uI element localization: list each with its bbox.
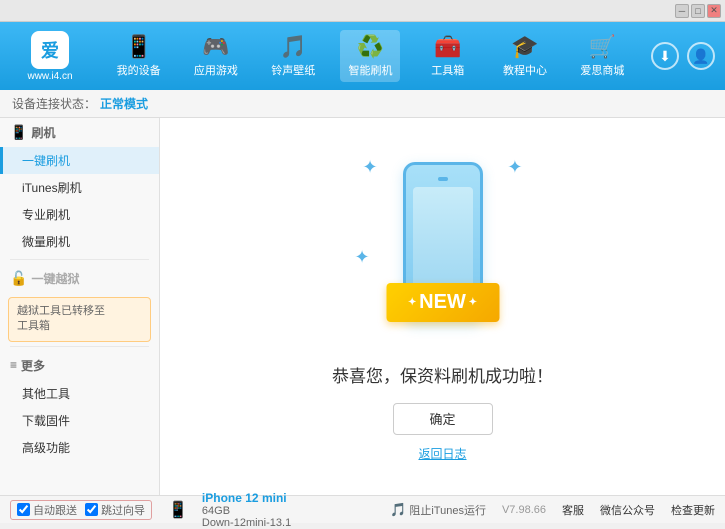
bottom-right: 🎵 阻止iTunes运行 V7.98.66 客服 微信公众号 检查更新: [390, 502, 715, 518]
nav-right-buttons: ⬇ 👤: [651, 42, 715, 70]
jailbreak-icon: 🔓: [10, 270, 27, 287]
flash-section-label: 刷机: [31, 124, 55, 141]
shop-icon: 🛒: [589, 34, 616, 60]
more-icon: ≡: [10, 358, 17, 372]
nav-my-device-label: 我的设备: [117, 62, 161, 78]
itunes-status-text: 阻止iTunes运行: [409, 502, 486, 518]
sidebar-item-save-flash[interactable]: 微量刷机: [0, 228, 159, 255]
sidebar-section-jailbreak[interactable]: 🔓 一键越狱: [0, 264, 159, 293]
nav-bar: 📱 我的设备 🎮 应用游戏 🎵 铃声壁纸 ♻️ 智能刷机 🧰 工具箱 🎓 教程中…: [100, 30, 641, 82]
download-button[interactable]: ⬇: [651, 42, 679, 70]
sidebar-divider-1: [10, 259, 149, 260]
wallpaper-icon: 🎵: [280, 34, 307, 60]
success-text: 恭喜您，保资料刷机成功啦！: [332, 362, 553, 387]
other-tools-label: 其他工具: [22, 387, 70, 401]
sparkle-3: ✦: [355, 247, 370, 268]
sidebar: 📱 刷机 一键刷机 iTunes刷机 专业刷机 微量刷机 🔓 一键越狱 越狱工具…: [0, 118, 160, 495]
auto-follow-label: 自动跟送: [33, 502, 77, 518]
logo-icon: 爱: [31, 31, 69, 69]
close-button[interactable]: ✕: [707, 4, 721, 18]
toolbox-icon: 🧰: [434, 34, 461, 60]
minimize-button[interactable]: ─: [675, 4, 689, 18]
confirm-button[interactable]: 确定: [393, 403, 493, 435]
itunes-icon: 🎵: [390, 502, 406, 518]
jailbreak-note: 越狱工具已转移至工具箱: [8, 297, 151, 342]
nav-wallpaper-label: 铃声壁纸: [271, 62, 315, 78]
sparkle-1: ✦: [363, 157, 378, 178]
device-name: iPhone 12 mini: [202, 491, 291, 505]
nav-apps-games[interactable]: 🎮 应用游戏: [186, 30, 246, 82]
nav-toolbox[interactable]: 🧰 工具箱: [418, 30, 478, 82]
auto-follow-checkbox[interactable]: 自动跟送: [17, 502, 77, 518]
advanced-label: 高级功能: [22, 441, 70, 455]
nav-my-device[interactable]: 📱 我的设备: [109, 30, 169, 82]
main-content: 📱 刷机 一键刷机 iTunes刷机 专业刷机 微量刷机 🔓 一键越狱 越狱工具…: [0, 118, 725, 495]
skip-wizard-label: 跳过向导: [101, 502, 145, 518]
new-ribbon: NEW: [386, 283, 499, 322]
device-storage: 64GB: [202, 505, 291, 517]
one-click-label: 一键刷机: [22, 154, 70, 168]
skip-wizard-input[interactable]: [85, 503, 98, 516]
version-text: V7.98.66: [502, 504, 546, 516]
title-bar: ─ □ ✕: [0, 0, 725, 22]
phone-screen: [413, 187, 473, 287]
nav-shop-label: 爱思商城: [580, 62, 624, 78]
more-label: 更多: [21, 357, 45, 374]
nav-shop[interactable]: 🛒 爱思商城: [572, 30, 632, 82]
sidebar-item-advanced[interactable]: 高级功能: [0, 434, 159, 461]
window-controls[interactable]: ─ □ ✕: [675, 4, 721, 18]
nav-apps-games-label: 应用游戏: [194, 62, 238, 78]
download-firmware-label: 下载固件: [22, 414, 70, 428]
sidebar-section-more[interactable]: ≡ 更多: [0, 351, 159, 380]
sidebar-divider-2: [10, 346, 149, 347]
my-device-icon: 📱: [125, 34, 152, 60]
sidebar-section-flash[interactable]: 📱 刷机: [0, 118, 159, 147]
sidebar-item-download-firmware[interactable]: 下载固件: [0, 407, 159, 434]
logo-area: 爱 www.i4.cn: [10, 31, 90, 82]
maximize-button[interactable]: □: [691, 4, 705, 18]
device-phone-icon: 📱: [168, 500, 188, 520]
content-panel: ✦ ✦ ✦ NEW 恭喜您，保资料刷机成功啦！ 确定 返回日志: [160, 118, 725, 495]
apps-games-icon: 🎮: [202, 34, 229, 60]
sidebar-item-pro-flash[interactable]: 专业刷机: [0, 201, 159, 228]
user-button[interactable]: 👤: [687, 42, 715, 70]
auto-follow-input[interactable]: [17, 503, 30, 516]
nav-smart-flash[interactable]: ♻️ 智能刷机: [340, 30, 400, 82]
support-link[interactable]: 客服: [562, 502, 584, 518]
header: 爱 www.i4.cn 📱 我的设备 🎮 应用游戏 🎵 铃声壁纸 ♻️ 智能刷机…: [0, 22, 725, 90]
status-label: 设备连接状态：: [12, 95, 96, 112]
status-value: 正常模式: [100, 95, 148, 112]
save-flash-label: 微量刷机: [22, 235, 70, 249]
bottom-bar: 自动跟送 跳过向导 📱 iPhone 12 mini 64GB Down-12m…: [0, 495, 725, 523]
sidebar-item-one-click[interactable]: 一键刷机: [0, 147, 159, 174]
nav-toolbox-label: 工具箱: [431, 62, 464, 78]
sparkle-2: ✦: [507, 157, 522, 178]
flash-section-icon: 📱: [10, 124, 27, 141]
success-illustration: ✦ ✦ ✦ NEW: [353, 152, 533, 342]
sidebar-item-other-tools[interactable]: 其他工具: [0, 380, 159, 407]
itunes-status: 🎵 阻止iTunes运行: [390, 502, 486, 518]
nav-tutorial[interactable]: 🎓 教程中心: [495, 30, 555, 82]
nav-smart-flash-label: 智能刷机: [348, 62, 392, 78]
nav-tutorial-label: 教程中心: [503, 62, 547, 78]
tutorial-icon: 🎓: [511, 34, 538, 60]
wechat-link[interactable]: 微信公众号: [600, 502, 655, 518]
status-bar: 设备连接状态： 正常模式: [0, 90, 725, 118]
sidebar-item-itunes-flash[interactable]: iTunes刷机: [0, 174, 159, 201]
jailbreak-label: 一键越狱: [31, 270, 79, 287]
smart-flash-icon: ♻️: [357, 34, 384, 60]
nav-wallpaper[interactable]: 🎵 铃声壁纸: [263, 30, 323, 82]
pro-flash-label: 专业刷机: [22, 208, 70, 222]
itunes-flash-label: iTunes刷机: [22, 181, 82, 195]
update-link[interactable]: 检查更新: [671, 502, 715, 518]
logo-url: www.i4.cn: [27, 71, 72, 82]
skip-wizard-checkbox[interactable]: 跳过向导: [85, 502, 145, 518]
return-link[interactable]: 返回日志: [418, 445, 466, 462]
